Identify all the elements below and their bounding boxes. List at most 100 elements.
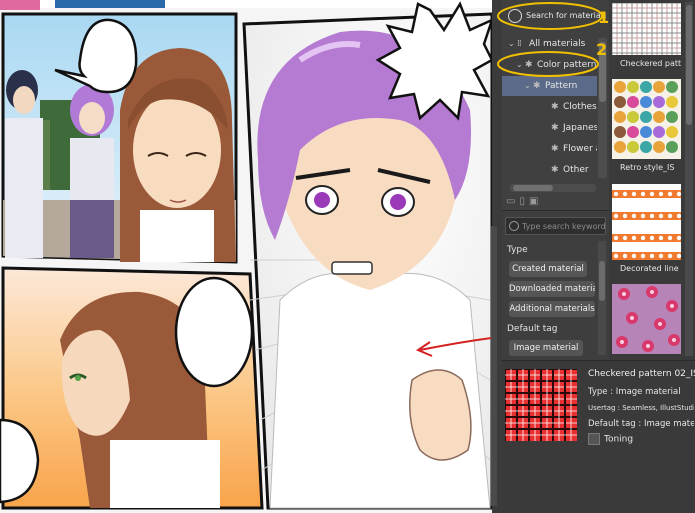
deco-dot bbox=[667, 235, 673, 241]
expand-chevron-icon[interactable]: ⌄ bbox=[508, 34, 517, 54]
search-panel-scrollbar[interactable] bbox=[598, 241, 606, 355]
retro-dot bbox=[640, 126, 652, 138]
retro-dot bbox=[666, 81, 678, 93]
decorated-line-02-art bbox=[612, 190, 681, 260]
retro-dot bbox=[653, 111, 665, 123]
tree-item-pattern[interactable]: ⌄ ✱ Pattern bbox=[502, 76, 597, 96]
retro-dot bbox=[666, 141, 678, 153]
retro-dot bbox=[653, 81, 665, 93]
deco-dot bbox=[631, 235, 637, 241]
tree-horizontal-scrollbar-thumb[interactable] bbox=[513, 185, 553, 191]
checkered-pattern-01-art bbox=[612, 3, 681, 55]
deco-dot bbox=[622, 191, 628, 197]
deco-dot bbox=[613, 253, 619, 259]
search-panel-scrollbar-thumb[interactable] bbox=[599, 261, 605, 301]
keyword-search-box[interactable] bbox=[505, 217, 606, 235]
thumbnail-scrollbar[interactable] bbox=[685, 2, 693, 356]
material-folder-icon: ✱ bbox=[551, 102, 559, 112]
deco-dot bbox=[640, 213, 646, 219]
tree-item-label: All materials bbox=[529, 39, 586, 49]
material-folder-icon: ✱ bbox=[533, 81, 541, 91]
tree-item-label: Color pattern bbox=[537, 60, 597, 70]
additional-materials-button[interactable]: Additional materials bbox=[509, 301, 595, 317]
deco-dot bbox=[622, 235, 628, 241]
decorated-line-02-preview bbox=[612, 184, 681, 260]
retro-dot bbox=[653, 96, 665, 108]
deco-dot bbox=[667, 191, 673, 197]
deco-dot bbox=[649, 253, 655, 259]
created-material-button[interactable]: Created material bbox=[509, 261, 587, 277]
deco-dot bbox=[640, 235, 646, 241]
material-folder-icon: ✱ bbox=[525, 60, 533, 70]
toning-option[interactable]: Toning bbox=[588, 433, 633, 445]
assets-search-label: Search for materials on Assets bbox=[526, 11, 606, 20]
tree-item-other[interactable]: ✱ Other bbox=[502, 160, 597, 180]
retro-dot bbox=[627, 111, 639, 123]
annotation-number-1: 1 bbox=[598, 8, 610, 27]
flower-center bbox=[646, 344, 650, 348]
thumbnail-checkered-pattern-01[interactable]: Checkered pattern 01_IS bbox=[612, 3, 681, 71]
deco-dot bbox=[676, 213, 681, 219]
tree-item-all-materials[interactable]: ⌄ ⁞⁞ All materials bbox=[502, 34, 597, 54]
retro-dot bbox=[666, 96, 678, 108]
tree-item-color-pattern[interactable]: ⌄ ✱ Color pattern bbox=[502, 55, 597, 75]
clip-studio-window: Search for materials on Assets ⌄⁞⁞All ma… bbox=[0, 0, 695, 513]
thumbnail-scrollbar-thumb[interactable] bbox=[686, 5, 692, 125]
deco-dot bbox=[676, 253, 681, 259]
material-panel-left-scrollbar[interactable] bbox=[491, 226, 497, 506]
material-folder-icon: ✱ bbox=[551, 144, 559, 154]
downloaded-material-button[interactable]: Downloaded material bbox=[509, 281, 595, 297]
expand-chevron-icon[interactable]: ⌄ bbox=[524, 76, 533, 96]
retro-style-preview bbox=[612, 79, 681, 159]
image-material-tag-button[interactable]: Image material bbox=[509, 340, 583, 356]
tree-item-clothes-pattern[interactable]: ✱ Clothes pattern bbox=[502, 97, 597, 117]
retro-dot bbox=[640, 141, 652, 153]
search-icon bbox=[509, 221, 519, 231]
deco-dot bbox=[613, 191, 619, 197]
deco-dot bbox=[649, 191, 655, 197]
tree-horizontal-scrollbar[interactable] bbox=[510, 184, 596, 192]
deco-dot bbox=[658, 213, 664, 219]
default-tag-label: Default tag bbox=[507, 324, 558, 334]
thumbnail-caption: Decorated line 02_IS bbox=[620, 264, 681, 273]
flower-center bbox=[630, 316, 634, 320]
expand-chevron-icon[interactable]: ⌄ bbox=[516, 55, 525, 75]
tree-item-label: Clothes pattern bbox=[563, 102, 597, 112]
retro-dot bbox=[614, 81, 626, 93]
deco-dot bbox=[667, 253, 673, 259]
thumbnail-caption: Retro style_IS bbox=[620, 163, 675, 172]
deco-dot bbox=[667, 213, 673, 219]
tree-scrollbar[interactable] bbox=[598, 38, 607, 178]
assets-search-link[interactable]: Search for materials on Assets bbox=[502, 2, 609, 30]
flower-pattern-art bbox=[616, 286, 680, 352]
search-assets-icon bbox=[508, 9, 522, 23]
material-type-line: Type : Image material bbox=[588, 387, 681, 397]
tree-item-flower-and-plant[interactable]: ✱ Flower and plant bbox=[502, 139, 597, 159]
tree-item-japanese-pattern[interactable]: ✱ Japanese pattern bbox=[502, 118, 597, 138]
flower-center bbox=[658, 322, 662, 326]
retro-dot bbox=[614, 96, 626, 108]
retro-dot bbox=[627, 96, 639, 108]
thumbnail-flower-pattern[interactable] bbox=[612, 284, 681, 354]
retro-dot bbox=[666, 111, 678, 123]
type-label: Type bbox=[507, 245, 528, 255]
thumbnail-retro-style[interactable]: Retro style_IS bbox=[612, 79, 681, 175]
flower-center bbox=[670, 304, 674, 308]
delete-icon[interactable]: ▣ bbox=[529, 196, 538, 207]
toning-checkbox[interactable] bbox=[588, 433, 600, 445]
retro-dot bbox=[627, 126, 639, 138]
material-usertag-line: Usertag : Seamless, IllustStudio jou bbox=[588, 404, 694, 412]
retro-dot bbox=[627, 81, 639, 93]
deco-dot bbox=[640, 191, 646, 197]
duplicate-icon[interactable]: ▯ bbox=[519, 196, 525, 207]
thumbnail-decorated-line-02[interactable]: Decorated line 02_IS bbox=[612, 184, 681, 276]
retro-dot bbox=[653, 126, 665, 138]
retro-dot bbox=[614, 126, 626, 138]
new-folder-icon[interactable]: ▭ bbox=[506, 196, 515, 207]
deco-dot bbox=[658, 253, 664, 259]
keyword-search-input[interactable] bbox=[522, 219, 605, 233]
checkered-pattern-01-preview bbox=[612, 3, 681, 55]
material-default-tag-line: Default tag : Image material bbox=[588, 419, 694, 429]
thumbnail-caption: Checkered pattern 01_IS bbox=[620, 59, 681, 68]
comic-canvas[interactable] bbox=[0, 0, 492, 513]
